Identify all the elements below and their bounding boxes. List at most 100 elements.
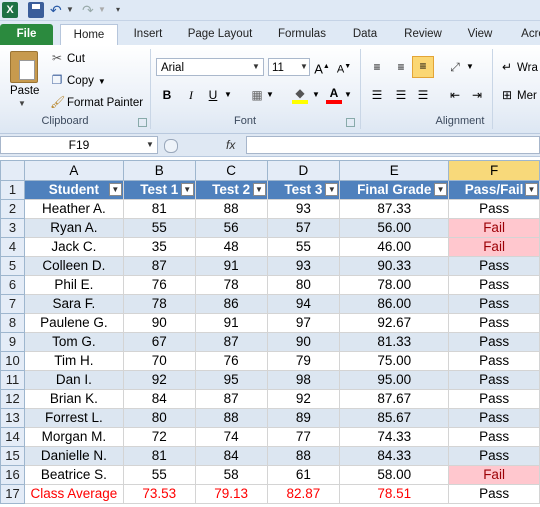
redo-dropdown-icon[interactable]: ▼ bbox=[98, 2, 114, 18]
table-cell[interactable]: 55 bbox=[266, 237, 341, 257]
paste-button[interactable]: Paste bbox=[10, 85, 39, 97]
table-cell[interactable]: Pass bbox=[448, 256, 540, 276]
table-cell[interactable]: 91 bbox=[194, 256, 268, 276]
paste-dropdown-icon[interactable]: ▼ bbox=[18, 99, 26, 108]
table-cell[interactable]: 61 bbox=[266, 465, 341, 485]
row-header[interactable]: 16 bbox=[0, 465, 25, 485]
table-cell[interactable]: 75.00 bbox=[339, 351, 450, 371]
table-cell[interactable]: 90 bbox=[122, 313, 196, 333]
table-cell[interactable]: Pass bbox=[448, 313, 540, 333]
row-header[interactable]: 14 bbox=[0, 427, 25, 447]
tab-insert[interactable]: Insert bbox=[128, 24, 168, 45]
undo-dropdown-icon[interactable]: ▼ bbox=[66, 2, 82, 18]
table-cell[interactable]: Pass bbox=[448, 408, 540, 428]
table-cell[interactable]: 78.00 bbox=[339, 275, 450, 295]
table-cell[interactable]: 58 bbox=[194, 465, 268, 485]
table-cell[interactable]: 92.67 bbox=[339, 313, 450, 333]
table-cell[interactable]: 89 bbox=[266, 408, 341, 428]
font-color-icon[interactable]: A bbox=[326, 86, 342, 104]
table-cell[interactable]: Pass bbox=[448, 351, 540, 371]
table-cell[interactable]: 84 bbox=[122, 389, 196, 409]
average-cell[interactable]: 78.51 bbox=[339, 484, 450, 504]
table-cell[interactable]: Paulene G. bbox=[23, 313, 124, 333]
table-cell[interactable]: 98 bbox=[266, 370, 341, 390]
row-header[interactable]: 2 bbox=[0, 199, 25, 219]
row-header[interactable]: 5 bbox=[0, 256, 25, 276]
align-bottom-icon[interactable]: ≡ bbox=[412, 56, 434, 78]
header-cell[interactable]: Student ▼ bbox=[23, 180, 124, 200]
table-cell[interactable]: 77 bbox=[266, 427, 341, 447]
font-color-dropdown-icon[interactable]: ▼ bbox=[344, 86, 352, 104]
table-cell[interactable]: Tom G. bbox=[23, 332, 124, 352]
filter-dropdown-icon[interactable]: ▼ bbox=[434, 183, 448, 196]
table-cell[interactable]: Brian K. bbox=[23, 389, 124, 409]
table-cell[interactable]: 93 bbox=[266, 199, 341, 219]
row-header[interactable]: 11 bbox=[0, 370, 25, 390]
save-icon[interactable] bbox=[28, 2, 44, 18]
tab-data[interactable]: Data bbox=[348, 24, 382, 45]
table-cell[interactable]: Pass bbox=[448, 294, 540, 314]
table-cell[interactable]: Colleen D. bbox=[23, 256, 124, 276]
font-size-dropdown-icon[interactable]: ▼ bbox=[300, 58, 308, 76]
borders-icon[interactable]: ▦ bbox=[250, 86, 264, 104]
fill-color-dropdown-icon[interactable]: ▼ bbox=[312, 86, 320, 104]
table-cell[interactable]: Pass bbox=[448, 199, 540, 219]
table-cell[interactable]: 87 bbox=[194, 389, 268, 409]
cut-button[interactable]: ✂ Cut bbox=[50, 49, 85, 67]
excel-logo-icon[interactable]: X bbox=[2, 2, 18, 18]
header-cell[interactable]: Pass/Fail ▼ bbox=[448, 180, 540, 200]
table-cell[interactable]: Dan I. bbox=[23, 370, 124, 390]
filter-dropdown-icon[interactable]: ▼ bbox=[108, 183, 122, 196]
average-cell[interactable]: Class Average bbox=[23, 484, 124, 504]
font-launcher-icon[interactable] bbox=[346, 118, 355, 127]
table-cell[interactable]: 67 bbox=[122, 332, 196, 352]
row-header[interactable]: 4 bbox=[0, 237, 25, 257]
filter-dropdown-icon[interactable]: ▼ bbox=[180, 183, 194, 196]
name-box-dropdown-icon[interactable]: ▼ bbox=[146, 136, 154, 154]
average-cell[interactable]: 73.53 bbox=[122, 484, 196, 504]
table-cell[interactable]: 76 bbox=[122, 275, 196, 295]
table-cell[interactable]: Sara F. bbox=[23, 294, 124, 314]
formula-bar-grip-icon[interactable] bbox=[160, 136, 188, 154]
bold-icon[interactable]: B bbox=[160, 86, 174, 104]
row-header[interactable]: 1 bbox=[0, 180, 25, 200]
table-cell[interactable]: Pass bbox=[448, 370, 540, 390]
row-header[interactable]: 9 bbox=[0, 332, 25, 352]
table-cell[interactable]: 87.67 bbox=[339, 389, 450, 409]
table-cell[interactable]: 74 bbox=[194, 427, 268, 447]
table-cell[interactable]: Morgan M. bbox=[23, 427, 124, 447]
row-header[interactable]: 3 bbox=[0, 218, 25, 238]
copy-dropdown-icon[interactable]: ▼ bbox=[98, 77, 106, 86]
table-cell[interactable]: 78 bbox=[122, 294, 196, 314]
row-header[interactable]: 17 bbox=[0, 484, 25, 504]
formula-input[interactable] bbox=[246, 136, 540, 154]
row-header[interactable]: 6 bbox=[0, 275, 25, 295]
table-cell[interactable]: 87 bbox=[194, 332, 268, 352]
row-header[interactable]: 8 bbox=[0, 313, 25, 333]
insert-function-icon[interactable]: fx bbox=[226, 136, 235, 154]
header-cell[interactable]: Test 1 ▼ bbox=[122, 180, 196, 200]
redo-icon[interactable]: ↷ bbox=[82, 2, 98, 18]
table-cell[interactable]: 91 bbox=[194, 313, 268, 333]
column-header-f[interactable]: F bbox=[448, 160, 540, 181]
tab-review[interactable]: Review bbox=[400, 24, 446, 45]
row-header[interactable]: 7 bbox=[0, 294, 25, 314]
header-cell[interactable]: Test 3 ▼ bbox=[266, 180, 341, 200]
orientation-icon[interactable]: ⤢ bbox=[446, 58, 464, 76]
table-cell[interactable]: Fail bbox=[448, 218, 540, 238]
table-cell[interactable]: 85.67 bbox=[339, 408, 450, 428]
increase-indent-icon[interactable]: ⇥ bbox=[468, 86, 486, 104]
table-cell[interactable]: Pass bbox=[448, 332, 540, 352]
table-cell[interactable]: Tim H. bbox=[23, 351, 124, 371]
table-cell[interactable]: 86.00 bbox=[339, 294, 450, 314]
table-cell[interactable]: 90.33 bbox=[339, 256, 450, 276]
tab-page-layout[interactable]: Page Layout bbox=[184, 24, 256, 45]
table-cell[interactable]: 56 bbox=[194, 218, 268, 238]
align-center-icon[interactable]: ☰ bbox=[392, 86, 410, 104]
row-header[interactable]: 13 bbox=[0, 408, 25, 428]
table-cell[interactable]: 94 bbox=[266, 294, 341, 314]
decrease-indent-icon[interactable]: ⇤ bbox=[446, 86, 464, 104]
fill-color-icon[interactable]: ◆ bbox=[292, 86, 308, 104]
table-cell[interactable]: 80 bbox=[122, 408, 196, 428]
table-cell[interactable]: 87 bbox=[122, 256, 196, 276]
